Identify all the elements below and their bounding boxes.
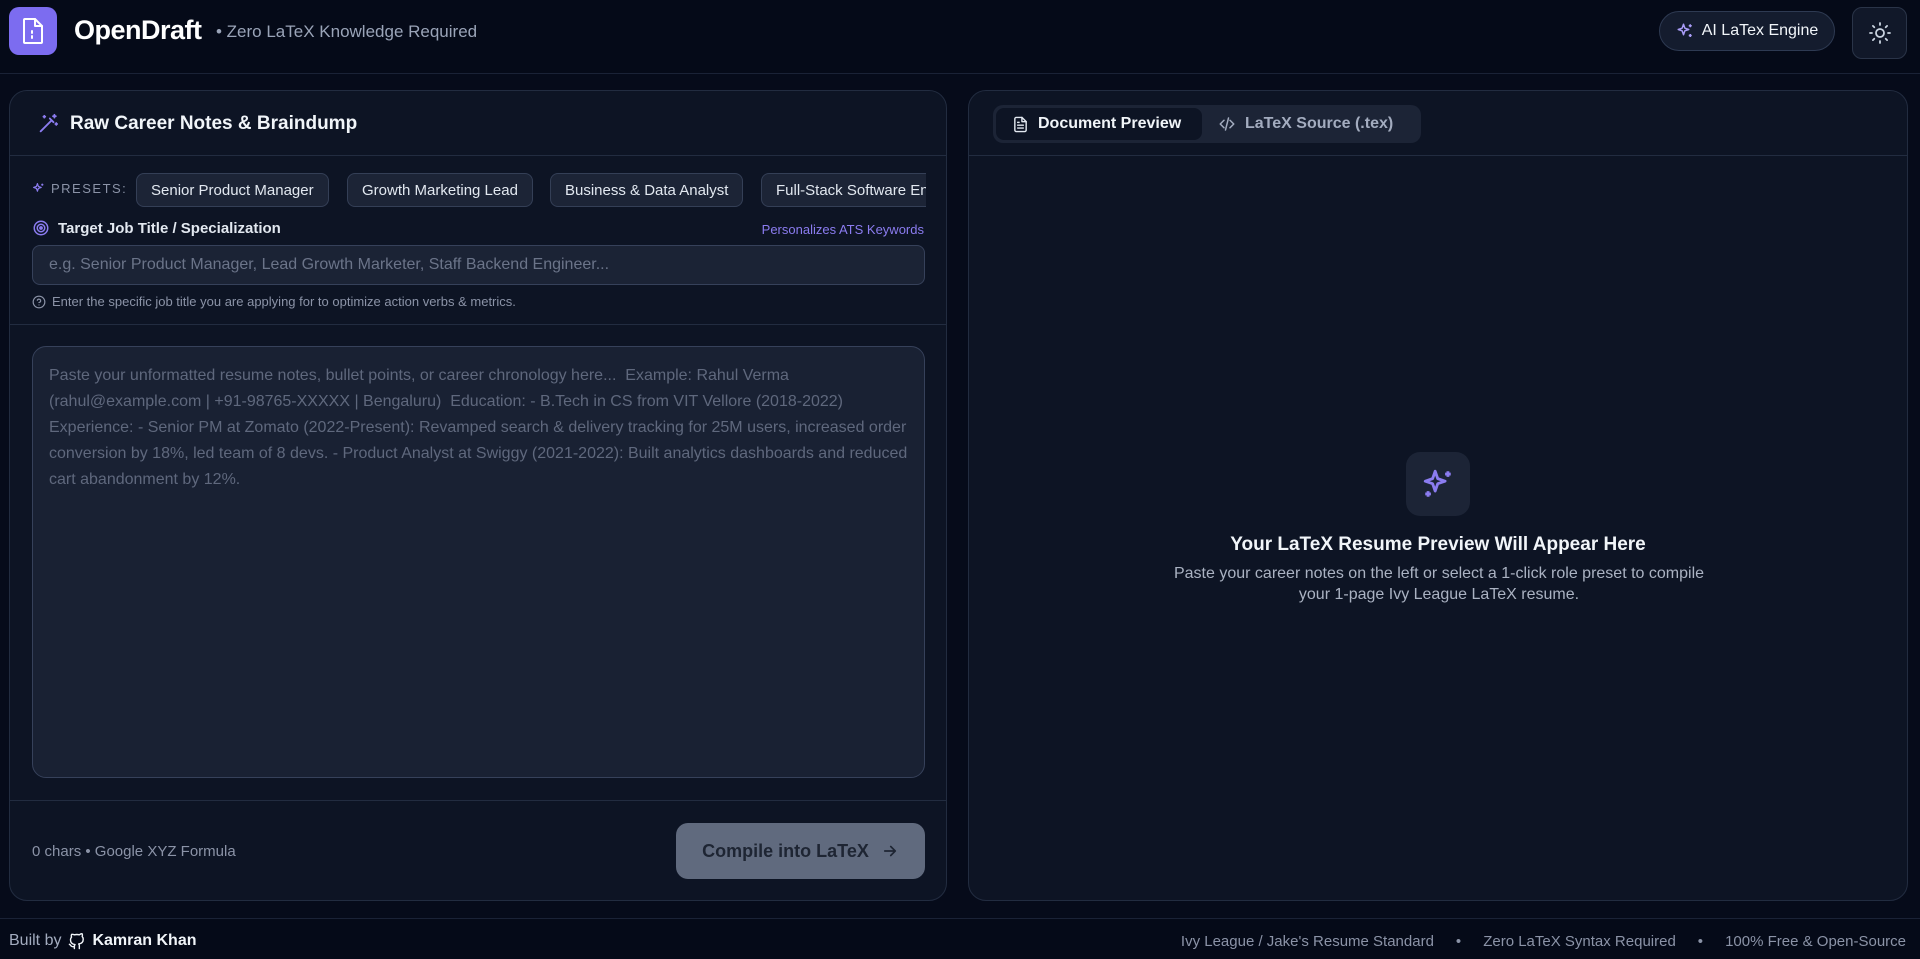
char-count: 0 chars • Google XYZ Formula bbox=[32, 843, 236, 860]
presets-label: PRESETS: bbox=[32, 181, 127, 196]
document-icon bbox=[1014, 116, 1027, 132]
top-header: OpenDraft • Zero LaTeX Knowledge Require… bbox=[0, 0, 1920, 74]
preview-panel: Document Preview LaTeX Source (.tex) You… bbox=[968, 90, 1908, 901]
built-by: Built by Kamran Khan bbox=[9, 932, 197, 950]
empty-state-title: Your LaTeX Resume Preview Will Appear He… bbox=[1230, 534, 1646, 555]
ats-keywords-note: Personalizes ATS Keywords bbox=[761, 222, 924, 237]
sun-icon bbox=[1868, 22, 1891, 44]
compile-button-label: Compile into LaTeX bbox=[702, 840, 869, 861]
preset-growth-marketing-lead[interactable]: Growth Marketing Lead bbox=[347, 173, 533, 207]
compile-button[interactable]: Compile into LaTeX bbox=[676, 823, 925, 879]
ai-engine-label: AI LaTex Engine bbox=[1701, 22, 1819, 39]
preset-full-stack-engineer[interactable]: Full-Stack Software Engineer bbox=[761, 173, 926, 207]
built-by-text: Built by bbox=[9, 932, 62, 949]
job-title-hint: Enter the specific job title you are app… bbox=[32, 294, 516, 309]
empty-state-description: Paste your career notes on the left or s… bbox=[1173, 565, 1705, 603]
job-title-hint-text: Enter the specific job title you are app… bbox=[52, 294, 516, 309]
empty-state-icon bbox=[1406, 452, 1470, 516]
footer-separator: • bbox=[1697, 933, 1704, 950]
help-circle-icon bbox=[32, 295, 46, 308]
presets-label-text: PRESETS: bbox=[51, 181, 128, 196]
code-icon bbox=[1219, 117, 1235, 131]
target-icon bbox=[33, 220, 49, 236]
tab-document-preview-label: Document Preview bbox=[1038, 115, 1182, 132]
notes-panel-title: Raw Career Notes & Braindump bbox=[70, 113, 358, 134]
footer-item-zero-latex: Zero LaTeX Syntax Required bbox=[1483, 933, 1676, 950]
target-job-label: Target Job Title / Specialization bbox=[32, 219, 281, 237]
section-divider bbox=[10, 324, 946, 325]
ai-engine-button[interactable]: AI LaTex Engine bbox=[1659, 11, 1835, 51]
preset-business-data-analyst[interactable]: Business & Data Analyst bbox=[550, 173, 744, 207]
notes-panel-header: Raw Career Notes & Braindump bbox=[10, 91, 946, 156]
target-job-label-text: Target Job Title / Specialization bbox=[58, 219, 281, 237]
tab-document-preview[interactable]: Document Preview bbox=[996, 108, 1202, 140]
footer-item-free: 100% Free & Open-Source bbox=[1725, 933, 1906, 950]
app-tagline: • Zero LaTeX Knowledge Required bbox=[216, 22, 478, 41]
footer-divider bbox=[10, 800, 946, 801]
theme-toggle-button[interactable] bbox=[1852, 7, 1907, 59]
presets-row: PRESETS: Senior Product Manager Growth M… bbox=[10, 169, 946, 209]
career-notes-textarea[interactable] bbox=[32, 346, 925, 778]
tab-latex-source[interactable]: LaTeX Source (.tex) bbox=[1202, 108, 1409, 140]
page-footer: Built by Kamran Khan Ivy League / Jake's… bbox=[0, 918, 1920, 959]
app-brand: OpenDraft bbox=[74, 15, 202, 45]
footer-item-standard: Ivy League / Jake's Resume Standard bbox=[1180, 933, 1434, 950]
career-notes-panel: Raw Career Notes & Braindump PRESETS: Se… bbox=[9, 90, 947, 901]
preview-panel-header: Document Preview LaTeX Source (.tex) bbox=[969, 91, 1907, 156]
preview-tabs: Document Preview LaTeX Source (.tex) bbox=[993, 105, 1421, 143]
tab-latex-source-label: LaTeX Source (.tex) bbox=[1245, 115, 1394, 132]
logo-icon[interactable] bbox=[9, 7, 57, 55]
sparkles-icon bbox=[1423, 469, 1451, 497]
magic-wand-icon bbox=[39, 113, 59, 133]
sparkles-icon bbox=[1677, 23, 1692, 37]
arrow-right-icon bbox=[883, 845, 896, 857]
job-title-input[interactable] bbox=[32, 245, 925, 285]
github-icon bbox=[69, 932, 85, 949]
footer-features: Ivy League / Jake's Resume Standard • Ze… bbox=[1181, 933, 1906, 950]
sparkles-icon bbox=[33, 183, 44, 192]
preset-senior-product-manager[interactable]: Senior Product Manager bbox=[136, 173, 329, 207]
footer-separator: • bbox=[1455, 933, 1462, 950]
author-link[interactable]: Kamran Khan bbox=[92, 932, 196, 950]
